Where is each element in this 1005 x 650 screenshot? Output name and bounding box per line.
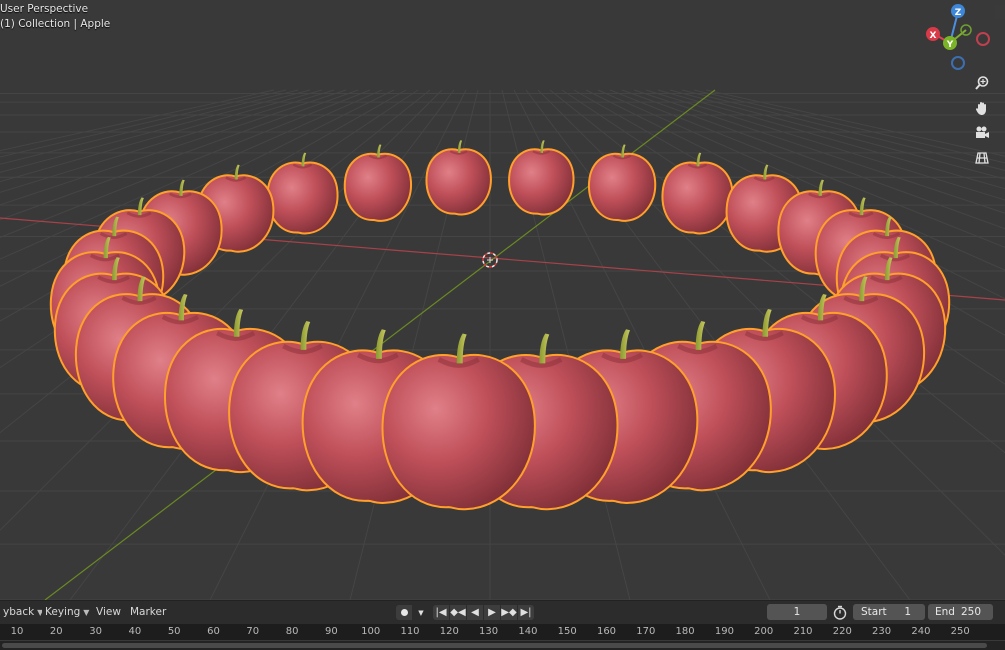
ruler-tick: 70 <box>246 626 260 637</box>
jump-to-prev-keyframe-button[interactable]: ◆◀ <box>450 605 466 620</box>
ruler-tick: 20 <box>49 626 63 637</box>
ruler-tick: 190 <box>714 626 734 637</box>
ruler-tick: 130 <box>479 626 499 637</box>
gizmo-x-label: X <box>930 31 937 41</box>
start-frame-value: 1 <box>904 606 911 618</box>
ruler-tick: 250 <box>950 626 970 637</box>
scrollbar-thumb[interactable] <box>2 643 987 648</box>
camera-icon[interactable] <box>971 122 993 144</box>
prev-keyframe-icon: ◆◀ <box>450 607 466 618</box>
next-keyframe-icon: ▶◆ <box>501 607 517 618</box>
ruler-tick: 50 <box>167 626 181 637</box>
ruler-tick: 90 <box>325 626 338 637</box>
record-icon <box>400 609 408 616</box>
auto-keying-dropdown[interactable]: ▼ <box>413 605 429 620</box>
ruler-tick: 210 <box>793 626 813 637</box>
play-icon: ▶ <box>488 607 496 618</box>
ruler-tick: 240 <box>911 626 931 637</box>
chevron-down-icon: ▼ <box>418 608 424 617</box>
playback-menu-label: yback <box>3 606 35 618</box>
start-frame-label: Start <box>861 606 887 618</box>
jump-to-next-keyframe-button[interactable]: ▶◆ <box>501 605 517 620</box>
ruler-tick: 150 <box>557 626 577 637</box>
chevron-down-icon: ▼ <box>83 608 90 617</box>
ruler-tick: 120 <box>439 626 459 637</box>
ruler-tick: 230 <box>872 626 892 637</box>
ruler-tick: 220 <box>832 626 852 637</box>
gizmo-z-label: Z <box>955 8 962 18</box>
3d-viewport[interactable]: Z X Y <box>0 0 1005 600</box>
ruler-tick: 140 <box>518 626 538 637</box>
play-button[interactable]: ▶ <box>484 605 500 620</box>
marker-menu[interactable]: Marker <box>127 605 169 620</box>
ruler-tick: 30 <box>89 626 102 637</box>
gizmo-y-label: Y <box>946 40 954 50</box>
viewport-navigation-tools <box>971 72 993 172</box>
sidebar-toggle-icon[interactable] <box>995 5 1005 19</box>
view-menu[interactable]: View <box>93 605 124 620</box>
current-frame-field[interactable]: 1 <box>767 604 827 620</box>
active-collection-label: (1) Collection | Apple <box>0 18 111 30</box>
record-keyframe-button[interactable] <box>396 605 412 620</box>
grid-icon[interactable] <box>971 147 993 169</box>
viewport-title: User Perspective <box>0 3 89 15</box>
ruler-tick: 170 <box>636 626 656 637</box>
timeline-scrollbar[interactable] <box>0 641 1005 650</box>
play-reverse-icon: ◀ <box>471 607 479 618</box>
keying-menu-label: Keying <box>45 606 81 618</box>
jump-end-icon: ▶| <box>520 607 532 618</box>
ruler-tick: 110 <box>400 626 420 637</box>
ruler-tick: 60 <box>207 626 220 637</box>
ruler-tick: 40 <box>128 626 142 637</box>
ruler-tick: 10 <box>10 626 24 637</box>
jump-start-icon: |◀ <box>435 607 447 618</box>
jump-to-start-button[interactable]: |◀ <box>433 605 449 620</box>
ruler-tick: 80 <box>285 626 299 637</box>
timeline-header: yback ▼ Keying ▼ View Marker ▼ |◀ ◆◀ ◀ ▶ ▶… <box>0 600 1005 624</box>
jump-to-end-button[interactable]: ▶| <box>518 605 534 620</box>
ruler-tick: 100 <box>361 626 381 637</box>
ruler-tick: 200 <box>754 626 774 637</box>
zoom-icon[interactable] <box>971 72 993 94</box>
stopwatch-icon[interactable] <box>832 605 848 620</box>
playback-menu[interactable]: yback ▼ <box>0 605 47 620</box>
end-frame-label: End <box>935 606 955 618</box>
end-frame-field[interactable]: End 250 <box>928 604 993 620</box>
end-frame-value: 250 <box>960 606 981 618</box>
ruler-tick: 180 <box>675 626 695 637</box>
timeline-ruler[interactable]: 10 20 30 40 50 60 70 80 90 100 110 120 130 140 150 160 1… <box>0 624 1005 640</box>
play-reverse-button[interactable]: ◀ <box>467 605 483 620</box>
start-frame-field[interactable]: Start 1 <box>853 604 925 620</box>
hand-pan-icon[interactable] <box>971 97 993 119</box>
keying-menu[interactable]: Keying ▼ <box>42 605 93 620</box>
ruler-tick: 160 <box>596 626 617 637</box>
